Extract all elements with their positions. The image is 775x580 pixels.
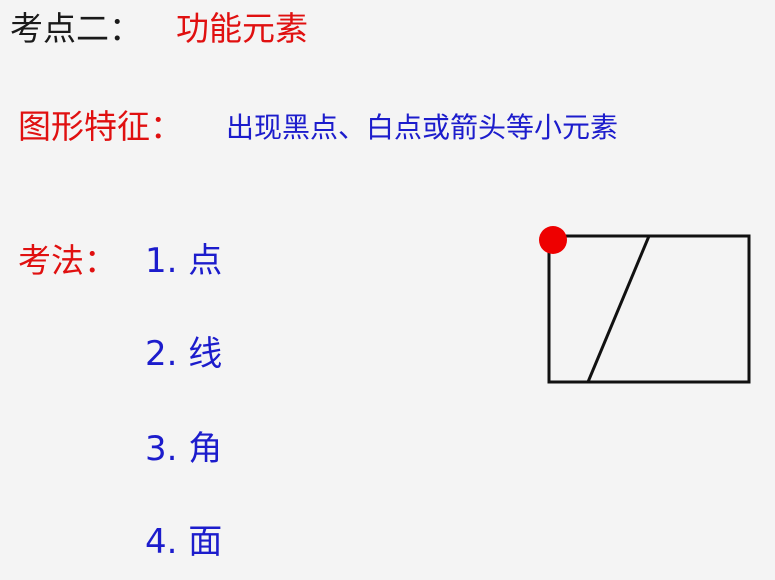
method-label: 考法： — [18, 241, 117, 280]
feature-label: 图形特征： — [18, 107, 183, 146]
method-item-angle: 3. 角 — [145, 429, 223, 469]
example-figure — [539, 226, 751, 384]
slide-title-topic: 功能元素 — [176, 9, 308, 48]
figure-rectangle — [547, 234, 751, 384]
method-item-line: 2. 线 — [145, 334, 223, 374]
method-item-point: 1. 点 — [145, 241, 223, 281]
figure-diagonal-line — [586, 235, 651, 383]
feature-description: 出现黑点、白点或箭头等小元素 — [226, 111, 619, 144]
slide-title-prefix: 考点二： — [10, 9, 142, 48]
figure-red-dot — [539, 226, 567, 254]
method-item-face: 4. 面 — [145, 522, 223, 562]
